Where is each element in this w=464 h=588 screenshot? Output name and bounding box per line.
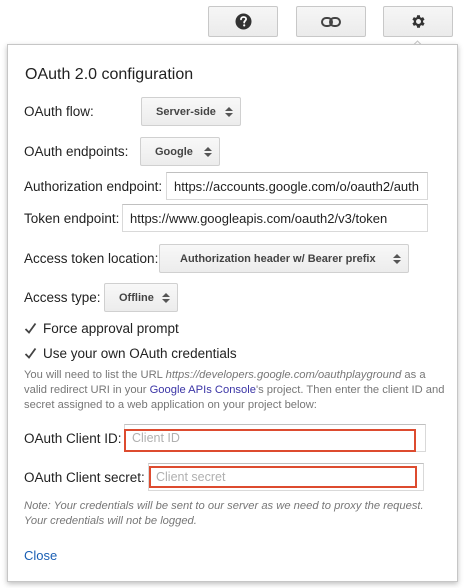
credentials-note: Note: Your credentials will be sent to o… [24, 500, 424, 527]
checkmark-icon [24, 322, 37, 335]
settings-button[interactable] [383, 6, 453, 37]
select-arrows-icon [204, 147, 212, 157]
own-credentials-checkbox[interactable]: Use your own OAuth credentials [24, 346, 237, 361]
redirect-uri-info: You will need to list the URL https://de… [24, 368, 449, 413]
help-button[interactable] [208, 6, 278, 37]
link-icon [321, 16, 341, 27]
client-secret-input[interactable]: Client secret [148, 463, 424, 491]
panel-title: OAuth 2.0 configuration [25, 66, 194, 83]
oauth-flow-select[interactable]: Server-side [141, 97, 241, 126]
token-endpoint-input[interactable]: https://www.googleapis.com/oauth2/v3/tok… [122, 204, 428, 232]
select-arrows-icon [225, 107, 233, 117]
access-type-select[interactable]: Offline [104, 283, 178, 312]
own-credentials-label: Use your own OAuth credentials [43, 346, 237, 361]
oauth-endpoints-label: OAuth endpoints: [24, 144, 129, 159]
close-link[interactable]: Close [24, 548, 57, 563]
access-type-value: Offline [119, 291, 154, 304]
force-approval-label: Force approval prompt [43, 321, 179, 336]
force-approval-checkbox[interactable]: Force approval prompt [24, 321, 179, 336]
auth-endpoint-label: Authorization endpoint: [24, 179, 163, 194]
token-location-label: Access token location: [24, 251, 159, 266]
checkmark-icon [24, 347, 37, 360]
select-arrows-icon [162, 293, 170, 303]
redirect-url: https://developers.google.com/oauthplayg… [165, 369, 402, 381]
oauth-flow-value: Server-side [156, 105, 216, 118]
oauth-endpoints-value: Google [155, 145, 193, 158]
oauth-endpoints-select[interactable]: Google [140, 137, 220, 166]
link-button[interactable] [296, 6, 366, 37]
oauth-flow-label: OAuth flow: [24, 104, 94, 119]
token-location-select[interactable]: Authorization header w/ Bearer prefix [159, 244, 409, 273]
gear-icon [411, 15, 425, 28]
client-id-label: OAuth Client ID: [24, 431, 122, 446]
api-console-link[interactable]: Google APIs Console [150, 384, 256, 396]
oauth-config-panel: OAuth 2.0 configuration OAuth flow: Serv… [7, 44, 458, 582]
auth-endpoint-input[interactable]: https://accounts.google.com/o/oauth2/aut… [166, 172, 428, 200]
select-arrows-icon [393, 254, 401, 264]
access-type-label: Access type: [24, 290, 101, 305]
token-location-value: Authorization header w/ Bearer prefix [180, 252, 376, 265]
toolbar [0, 0, 464, 46]
client-id-input[interactable]: Client ID [124, 424, 426, 452]
help-icon [235, 13, 251, 30]
token-endpoint-label: Token endpoint: [24, 211, 120, 226]
client-secret-label: OAuth Client secret: [24, 470, 145, 485]
info-text-1: You will need to list the URL [24, 369, 166, 381]
